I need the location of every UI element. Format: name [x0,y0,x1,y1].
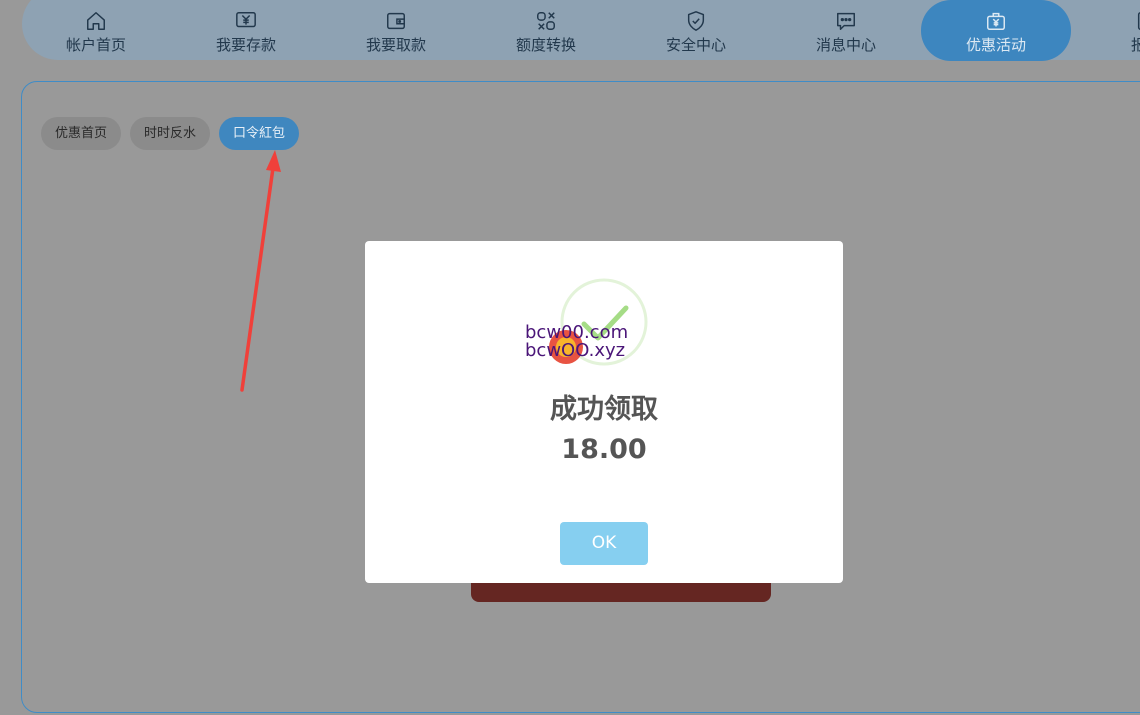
ok-button[interactable]: OK [560,522,648,565]
modal-title: 成功领取 [550,394,658,425]
modal-amount: 18.00 [561,434,647,465]
watermark-text-line2: bcwOO.xyz [525,340,626,361]
success-modal: bcw00.com bcwOO.xyz 成功领取 18.00 OK [365,241,843,583]
watermark: bcw00.com bcwOO.xyz [525,324,628,364]
